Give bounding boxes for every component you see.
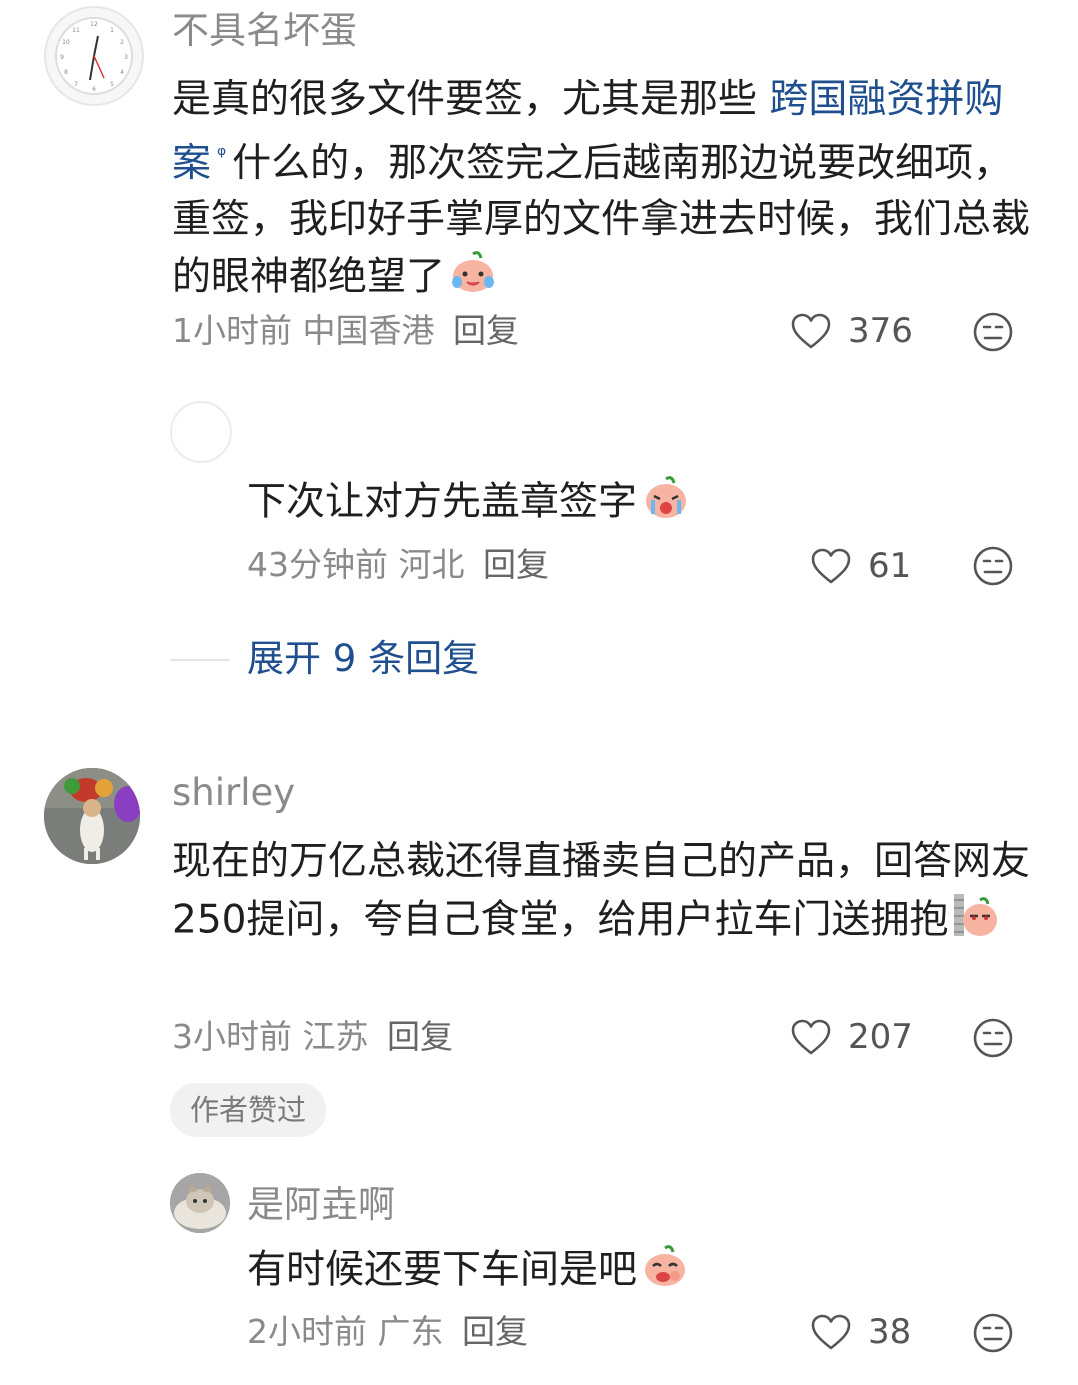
comment-text-part: 现在的万亿总裁还得直播卖自己的产品，回答网友250提问，夸自己食堂，给用户拉车门… [172,839,1031,943]
like-count: 207 [848,1017,913,1057]
svg-text:10: 10 [62,39,70,46]
dislike-button[interactable] [972,311,1014,357]
heart-icon [811,548,851,584]
meh-face-icon [973,1313,1013,1353]
expand-divider [170,659,230,661]
svg-text:1: 1 [110,27,114,34]
avatar-cat-photo[interactable] [44,768,140,864]
reply-username[interactable]: 是阿垚啊 [247,1186,395,1223]
expand-replies-button[interactable]: 展开 9 条回复 [247,640,479,677]
reply-text: 有时候还要下车间是吧 [247,1240,1007,1304]
svg-text:11: 11 [72,27,80,34]
peeking-sticker-icon [952,890,1000,954]
reply-button[interactable]: 回复 [483,545,549,584]
clock-icon: 12 12 3 45 6 78 9 1011 [55,17,133,95]
reply-location: 广东 [377,1312,444,1351]
crying-sticker-icon [641,472,691,536]
avatar-cat[interactable] [170,1173,230,1233]
like-button[interactable]: 38 [810,1313,911,1351]
svg-text:9: 9 [60,54,64,61]
comment-time: 3小时前 [172,1017,292,1056]
comment-text: 是真的很多文件要签，尤其是那些 跨国融资拼购案 ᵠ 什么的，那次签完之后越南那边说要… [172,72,1032,310]
avatar-clock[interactable]: 12 1 2 3 45 6 78 9 10 11 [44,6,144,106]
like-count: 38 [868,1312,912,1352]
comment-location: 江苏 [302,1017,369,1056]
reply-time: 43分钟前 [247,545,388,584]
reply-button[interactable]: 回复 [453,311,519,350]
svg-text:6: 6 [92,86,96,93]
reply-time: 2小时前 [247,1312,367,1351]
reply-button[interactable]: 回复 [462,1312,528,1351]
reply-meta: 2小时前 广东 回复 [247,1315,528,1348]
meh-face-icon [973,1018,1013,1058]
like-count: 376 [848,311,913,351]
comment-username[interactable]: shirley [172,774,295,811]
comment-text-part: 是真的很多文件要签，尤其是那些 [172,77,770,122]
svg-text:7: 7 [74,81,78,88]
dislike-button[interactable] [972,545,1014,591]
comment-meta: 3小时前 江苏 回复 [172,1020,453,1053]
reply-button[interactable]: 回复 [387,1017,453,1056]
svg-text:4: 4 [120,69,124,76]
svg-text:5: 5 [110,81,114,88]
reply-text-part: 下次让对方先盖章签字 [247,479,638,525]
dislike-button[interactable] [972,1312,1014,1358]
comment-meta: 1小时前 中国香港 回复 [172,314,519,347]
reply-text: 下次让对方先盖章签字 [247,472,1007,536]
dislike-button[interactable] [972,1017,1014,1063]
heart-icon [791,313,831,349]
reply-meta: 43分钟前 河北 回复 [247,548,549,581]
crying-face-sticker-icon [449,248,497,310]
heart-icon [811,1314,851,1350]
laughing-sticker-icon [641,1240,689,1304]
comment-location: 中国香港 [302,311,435,350]
avatar-blank[interactable] [170,401,232,463]
comment-time: 1小时前 [172,311,292,350]
author-liked-badge: 作者赞过 [170,1083,327,1137]
like-button[interactable]: 61 [810,547,911,585]
search-link-icon[interactable]: ᵠ [217,143,226,168]
reply-location: 河北 [398,545,465,584]
svg-text:8: 8 [64,69,68,76]
heart-icon [791,1019,831,1055]
comment-username[interactable]: 不具名坏蛋 [172,12,357,49]
svg-text:12: 12 [90,21,98,28]
like-button[interactable]: 376 [790,312,913,350]
comment-text: 现在的万亿总裁还得直播卖自己的产品，回答网友250提问，夸自己食堂，给用户拉车门… [172,834,1042,954]
meh-face-icon [973,546,1013,586]
comment-text-part: 什么的，那次签完之后越南那边说要改细项，重签，我印好手掌厚的文件拿进去时候，我们… [172,141,1031,300]
like-button[interactable]: 207 [790,1018,913,1056]
cat-avatar-icon [170,1173,230,1233]
svg-text:3: 3 [124,54,128,61]
cat-photo-icon [44,768,140,864]
meh-face-icon [973,312,1013,352]
svg-text:2: 2 [120,39,124,46]
like-count: 61 [868,546,912,586]
reply-text-part: 有时候还要下车间是吧 [247,1247,638,1293]
